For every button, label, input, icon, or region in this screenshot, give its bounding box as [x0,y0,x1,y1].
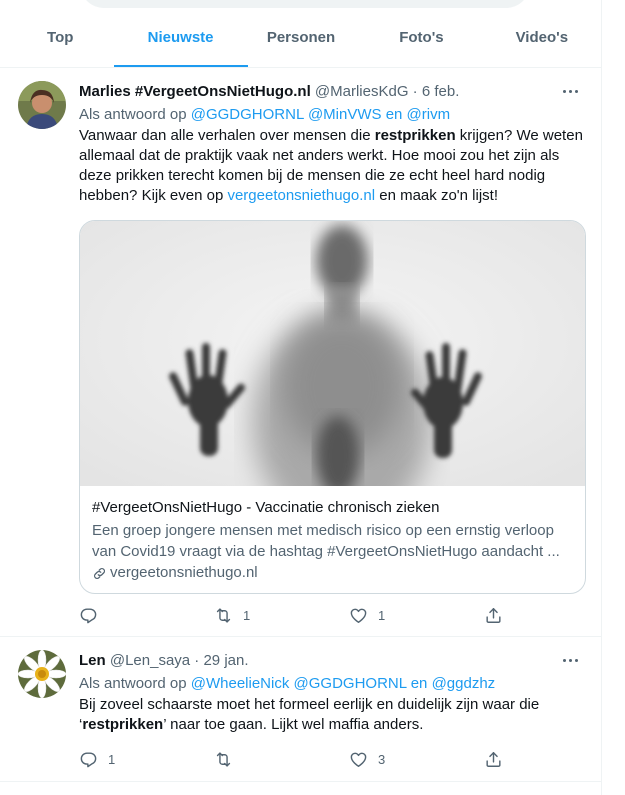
card-image [80,221,585,531]
user-handle[interactable]: @MarliesKdG [315,83,409,100]
share-button[interactable] [484,749,509,769]
card-title: #VergeetOnsNietHugo - Vaccinatie chronis… [92,499,440,516]
share-button[interactable] [484,605,509,625]
search-tabs: Top Nieuwste Personen Foto's Video's [0,8,602,68]
mention-link[interactable]: @ggdzhz [432,675,496,692]
tweet-text-part: Vanwaar dan alle verhalen over mensen di… [79,127,375,144]
tab-top[interactable]: Top [0,8,120,67]
card-meta: #VergeetOnsNietHugo - Vaccinatie chronis… [92,498,577,583]
tab-videos[interactable]: Video's [482,8,602,67]
user-handle[interactable]: @Len_saya [110,652,190,669]
retweet-count: 1 [243,607,251,623]
reply-and: en [385,106,403,123]
retweet-button[interactable] [214,749,349,769]
like-icon [350,608,367,623]
tweet-header: Marlies #VergeetOnsNietHugo.nl @MarliesK… [79,81,587,103]
tab-latest[interactable]: Nieuwste [120,8,240,67]
reply-context: Als antwoord op @GGDGHORNL @MinVWS en @r… [79,104,587,126]
mention-link[interactable]: @rivm [407,106,451,123]
card-domain: vergeetonsniethugo.nl [92,563,577,583]
tweet-actions: 1 1 [79,605,509,625]
like-count: 3 [378,751,386,767]
tab-photos[interactable]: Foto's [361,8,481,67]
tweet-date[interactable]: 29 jan. [203,652,248,669]
share-icon [486,607,501,623]
tweet-text: Vanwaar dan alle verhalen over mensen di… [79,126,587,206]
tweet-actions: 1 3 [79,749,509,769]
link-card[interactable]: #VergeetOnsNietHugo - Vaccinatie chronis… [79,220,586,594]
like-button[interactable]: 3 [349,749,484,769]
tweet-header: Len @Len_saya · 29 jan. [79,650,587,672]
share-icon [486,751,501,767]
display-name[interactable]: Marlies #VergeetOnsNietHugo.nl [79,83,311,100]
tab-people[interactable]: Personen [241,8,361,67]
mention-link[interactable]: @WheelieNick [191,675,290,692]
search-term-highlight: restprikken [82,716,164,733]
tweet-text-part: ’ naar toe gaan. Lijkt wel maffia anders… [163,716,424,733]
tweet[interactable]: Len @Len_saya · 29 jan. Als antwoord op … [0,638,602,782]
avatar[interactable] [18,81,66,129]
display-name[interactable]: Len [79,652,106,669]
card-description: Een groep jongere mensen met medisch ris… [92,522,560,560]
separator: · [194,652,200,669]
retweet-button[interactable]: 1 [214,605,349,625]
like-count: 1 [378,607,386,623]
tweet-body: Len @Len_saya · 29 jan. Als antwoord op … [79,650,587,735]
reply-prefix: Als antwoord op [79,106,187,123]
retweet-icon [216,607,231,623]
tweet-date[interactable]: 6 feb. [422,83,460,100]
tweet-text: Bij zoveel schaarste moet het formeel ee… [79,695,587,735]
avatar[interactable] [18,650,66,698]
reply-icon [80,607,97,623]
mention-link[interactable]: @MinVWS [308,106,382,123]
retweet-icon [216,751,231,767]
reply-icon [80,751,97,767]
reply-and: en [410,675,428,692]
mention-link[interactable]: @GGDGHORNL [191,106,304,123]
reply-count: 1 [108,751,116,767]
reply-button[interactable]: 1 [79,749,214,769]
separator: · [412,83,418,100]
tweet-body: Marlies #VergeetOnsNietHugo.nl @MarliesK… [79,81,587,206]
reply-context: Als antwoord op @WheelieNick @GGDGHORNL … [79,673,587,695]
like-icon [350,752,367,767]
link-icon [94,567,105,579]
search-bar[interactable] [80,0,530,8]
card-domain-text: vergeetonsniethugo.nl [110,564,258,581]
reply-button[interactable] [79,605,214,625]
url-link[interactable]: vergeetonsniethugo.nl [227,187,375,204]
mention-link[interactable]: @GGDGHORNL [294,675,407,692]
reply-prefix: Als antwoord op [79,675,187,692]
like-button[interactable]: 1 [349,605,484,625]
tweet[interactable]: Marlies #VergeetOnsNietHugo.nl @MarliesK… [0,69,602,637]
tweet-text-part: en maak zo'n lijst! [375,187,498,204]
timeline-column: Top Nieuwste Personen Foto's Video's Mar… [0,0,602,795]
search-term-highlight: restprikken [374,127,456,144]
